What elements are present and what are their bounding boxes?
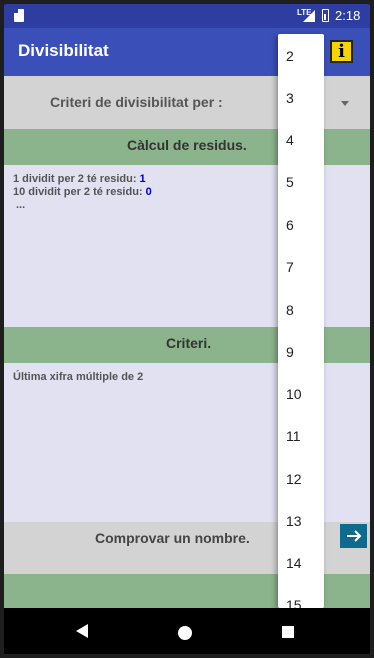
sd-card-icon [14, 9, 24, 22]
arrow-right-icon[interactable] [340, 524, 367, 548]
dropdown-option[interactable]: 6 [286, 217, 294, 233]
clock: 2:18 [335, 8, 361, 23]
dropdown-option[interactable]: 3 [286, 90, 294, 106]
dropdown-option[interactable]: 7 [286, 259, 294, 275]
residus-output: 1 dividit per 2 té residu: 1 10 dividit … [13, 173, 152, 212]
battery-icon [322, 9, 329, 22]
dropdown-option[interactable]: 4 [286, 132, 294, 148]
device-screen: LTE 2:18 Divisibilitat i Criteri de divi… [4, 4, 370, 654]
residus-line-value: 1 [139, 173, 146, 185]
residus-line-text: 10 dividit per 2 té residu: [13, 186, 146, 198]
check-number-label: Comprovar un nombre. [95, 530, 250, 546]
dropdown-option[interactable]: 11 [286, 428, 301, 444]
dropdown-option[interactable]: 15 [286, 597, 302, 608]
divisor-dropdown-menu: 2 3 4 5 6 7 8 9 10 11 12 13 14 15 [278, 34, 324, 608]
navigation-bar [4, 608, 370, 654]
signal-icon [303, 10, 315, 22]
criteri-rule: Última xifra múltiple de 2 [13, 371, 144, 383]
back-icon[interactable] [76, 624, 88, 638]
dropdown-option[interactable]: 14 [286, 555, 302, 571]
dropdown-option[interactable]: 10 [286, 386, 302, 402]
dropdown-option[interactable]: 5 [286, 174, 294, 190]
residus-line: 1 dividit per 2 té residu: 1 [13, 173, 152, 186]
residus-title: Càlcul de residus. [127, 137, 247, 153]
status-bar: LTE 2:18 [4, 4, 370, 28]
residus-line-text: 1 dividit per 2 té residu: [13, 173, 140, 185]
app-title: Divisibilitat [18, 41, 109, 60]
criteri-dropdown-label: Criteri de divisibilitat per : [50, 94, 223, 110]
recent-apps-icon[interactable] [282, 626, 294, 638]
dropdown-option[interactable]: 8 [286, 302, 294, 318]
residus-line: 10 dividit per 2 té residu: 0 [13, 186, 152, 199]
info-icon[interactable]: i [330, 40, 353, 63]
home-icon[interactable] [178, 626, 192, 640]
dropdown-option[interactable]: 12 [286, 471, 302, 487]
criteri-title: Criteri. [166, 335, 212, 351]
caret-down-icon [341, 101, 349, 106]
dropdown-option[interactable]: 2 [286, 48, 294, 64]
residus-ellipsis: ... [16, 199, 26, 211]
residus-line-value: 0 [145, 186, 152, 198]
dropdown-option[interactable]: 9 [286, 344, 294, 360]
dropdown-option[interactable]: 13 [286, 513, 302, 529]
